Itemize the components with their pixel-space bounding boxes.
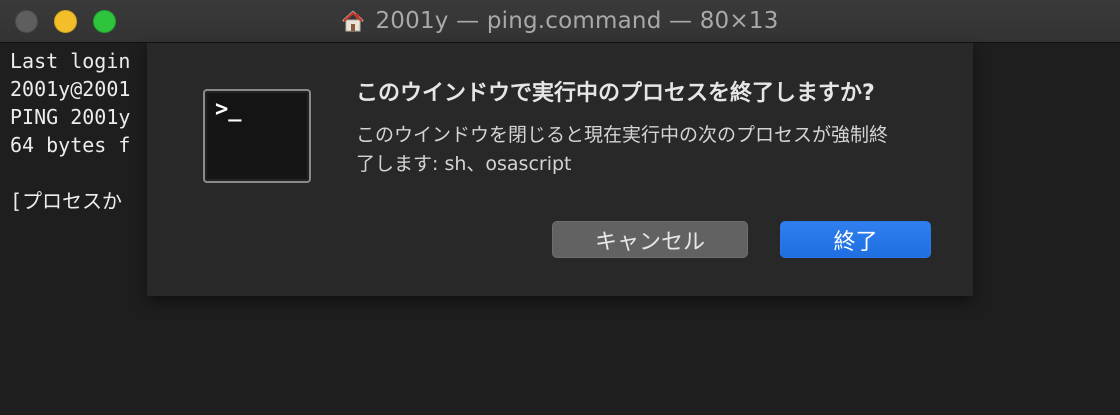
terminate-button[interactable]: 終了 xyxy=(780,221,931,258)
terminal-prompt-glyph: >_ xyxy=(215,97,242,122)
cancel-button[interactable]: キャンセル xyxy=(552,221,748,258)
close-confirmation-dialog: >_ このウインドウで実行中のプロセスを終了しますか? このウインドウを閉じると… xyxy=(147,43,973,296)
terminal-line: PING 2001y xyxy=(10,105,131,129)
terminal-line: 64 bytes f xyxy=(10,133,131,157)
terminal-line: 2001y@2001 xyxy=(10,77,131,101)
terminal-app-icon: >_ xyxy=(203,89,311,183)
window-title-group: 2001y — ping.command — 80×13 xyxy=(0,0,1120,42)
dialog-message: このウインドウを閉じると現在実行中の次のプロセスが強制終 了します: sh、os… xyxy=(356,121,936,179)
dialog-heading: このウインドウで実行中のプロセスを終了しますか? xyxy=(356,81,875,106)
terminal-window: 2001y — ping.command — 80×13 Last login … xyxy=(0,0,1120,415)
home-icon xyxy=(342,10,365,32)
dialog-message-line-2: 了します: sh、osascript xyxy=(356,153,572,175)
window-title: 2001y — ping.command — 80×13 xyxy=(375,8,779,34)
terminal-line: Last login xyxy=(10,49,131,73)
title-bar[interactable]: 2001y — ping.command — 80×13 xyxy=(0,0,1120,43)
dialog-message-line-1: このウインドウを閉じると現在実行中の次のプロセスが強制終 xyxy=(356,124,889,146)
terminal-line: [プロセスか xyxy=(10,189,123,213)
